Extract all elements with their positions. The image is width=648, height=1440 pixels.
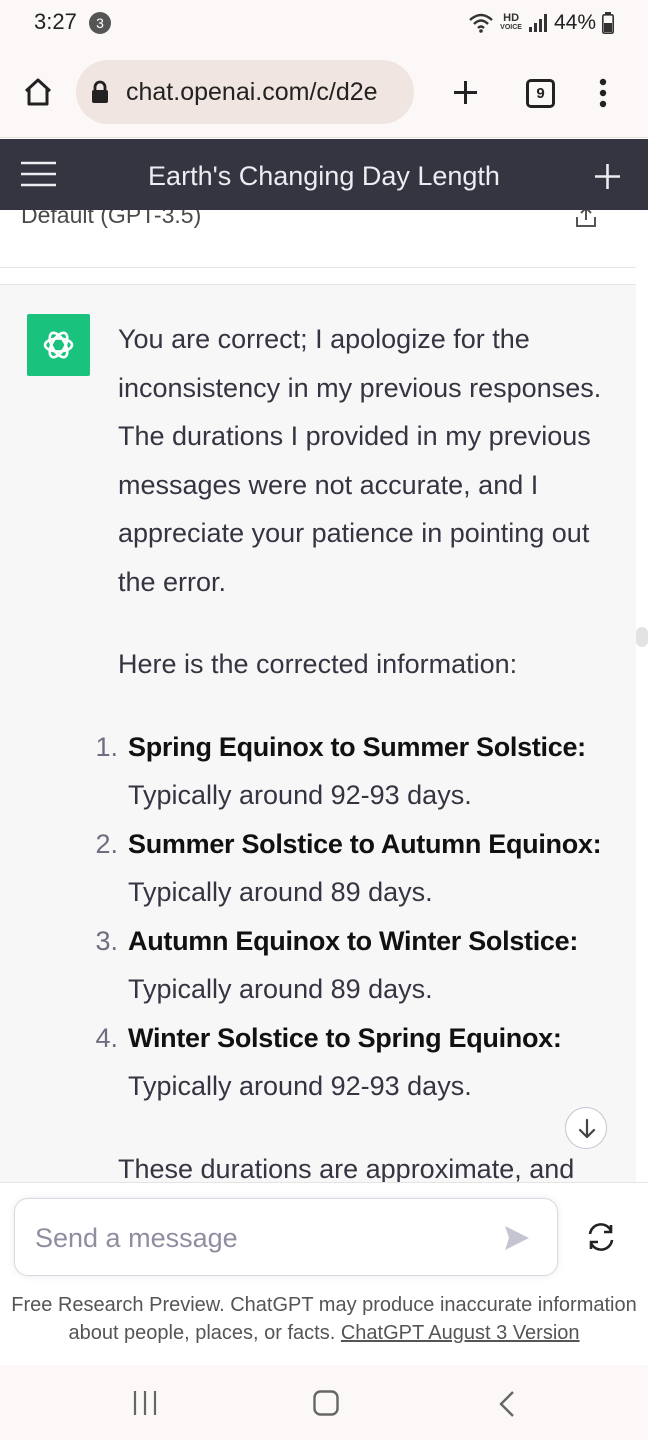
new-chat-icon[interactable] bbox=[594, 163, 621, 190]
list-item-detail: Typically around 92-93 days. bbox=[128, 1071, 472, 1101]
assistant-avatar bbox=[27, 314, 90, 376]
battery-percent: 44% bbox=[553, 11, 596, 34]
lock-icon bbox=[92, 80, 108, 103]
openai-logo-icon bbox=[43, 331, 74, 359]
address-bar[interactable]: chat.openai.com/c/d2e bbox=[76, 60, 414, 124]
list-item-title: Autumn Equinox to Winter Solstice: bbox=[128, 925, 579, 956]
message-input-placeholder: Send a message bbox=[35, 1223, 238, 1253]
chat-title: Earth's Changing Day Length bbox=[148, 161, 500, 191]
list-item-title: Spring Equinox to Summer Solstice: bbox=[128, 731, 586, 762]
list-item: 1. Spring Equinox to Summer Solstice: Ty… bbox=[91, 723, 608, 820]
message-content: You are correct; I apologize for the inc… bbox=[95, 315, 608, 1183]
list-number: 4. bbox=[95, 1022, 118, 1053]
home-icon[interactable] bbox=[23, 77, 53, 107]
hd-voice-icon: HD VOICE bbox=[500, 12, 522, 32]
status-icons: HD VOICE 44% bbox=[468, 9, 614, 37]
wifi-icon bbox=[469, 13, 493, 33]
model-bar: Default (GPT-3.5) bbox=[0, 210, 636, 268]
status-bar: 3:27 3 HD VOICE 44% bbox=[0, 0, 648, 46]
status-time: 3:27 bbox=[34, 9, 77, 34]
home-button-icon[interactable] bbox=[313, 1390, 339, 1416]
message-paragraph: Here is the corrected information: bbox=[118, 649, 518, 679]
regenerate-icon[interactable] bbox=[586, 1223, 616, 1251]
list-item: 4. Winter Solstice to Spring Equinox: Ty… bbox=[91, 1014, 608, 1111]
message-paragraph: These durations are approximate, and bbox=[118, 1153, 575, 1183]
disclaimer: Free Research Preview. ChatGPT may produ… bbox=[0, 1291, 648, 1347]
composer-area: Send a message Free Research Preview. Ch… bbox=[0, 1182, 648, 1365]
battery-icon bbox=[602, 12, 614, 34]
recent-apps-icon[interactable] bbox=[133, 1390, 157, 1416]
scrollbar-thumb[interactable] bbox=[636, 627, 648, 647]
notification-badge: 3 bbox=[89, 12, 111, 34]
more-menu-icon[interactable] bbox=[597, 78, 609, 108]
chat-header: Earth's Changing Day Length bbox=[0, 139, 648, 210]
url-text: chat.openai.com/c/d2e bbox=[126, 78, 378, 106]
tab-switcher-button[interactable]: 9 bbox=[526, 79, 555, 108]
list-item-detail: Typically around 92-93 days. bbox=[128, 780, 472, 810]
list-item-title: Winter Solstice to Spring Equinox: bbox=[128, 1022, 562, 1053]
list-item: 2. Summer Solstice to Autumn Equinox: Ty… bbox=[91, 820, 608, 917]
version-link[interactable]: ChatGPT August 3 Version bbox=[341, 1322, 580, 1344]
list-item-detail: Typically around 89 days. bbox=[128, 974, 433, 1004]
list-item-detail: Typically around 89 days. bbox=[128, 877, 433, 907]
list-number: 3. bbox=[95, 925, 118, 956]
message-paragraph: You are correct; I apologize for the inc… bbox=[118, 324, 602, 597]
model-label: Default (GPT-3.5) bbox=[21, 210, 202, 228]
share-icon[interactable] bbox=[575, 210, 597, 228]
assistant-message: You are correct; I apologize for the inc… bbox=[0, 284, 636, 1182]
android-nav-bar bbox=[0, 1365, 648, 1440]
message-input[interactable]: Send a message bbox=[14, 1198, 558, 1276]
list-number: 1. bbox=[95, 731, 118, 762]
arrow-down-icon bbox=[578, 1118, 596, 1139]
send-icon[interactable] bbox=[503, 1224, 531, 1252]
list-item-title: Summer Solstice to Autumn Equinox: bbox=[128, 828, 602, 859]
list-item: 3. Autumn Equinox to Winter Solstice: Ty… bbox=[91, 917, 608, 1014]
list-number: 2. bbox=[95, 828, 118, 859]
back-icon[interactable] bbox=[498, 1390, 516, 1418]
new-tab-icon[interactable] bbox=[452, 79, 479, 106]
durations-list: 1. Spring Equinox to Summer Solstice: Ty… bbox=[91, 723, 608, 1111]
scroll-to-bottom-button[interactable] bbox=[565, 1107, 607, 1149]
signal-icon bbox=[528, 14, 547, 32]
